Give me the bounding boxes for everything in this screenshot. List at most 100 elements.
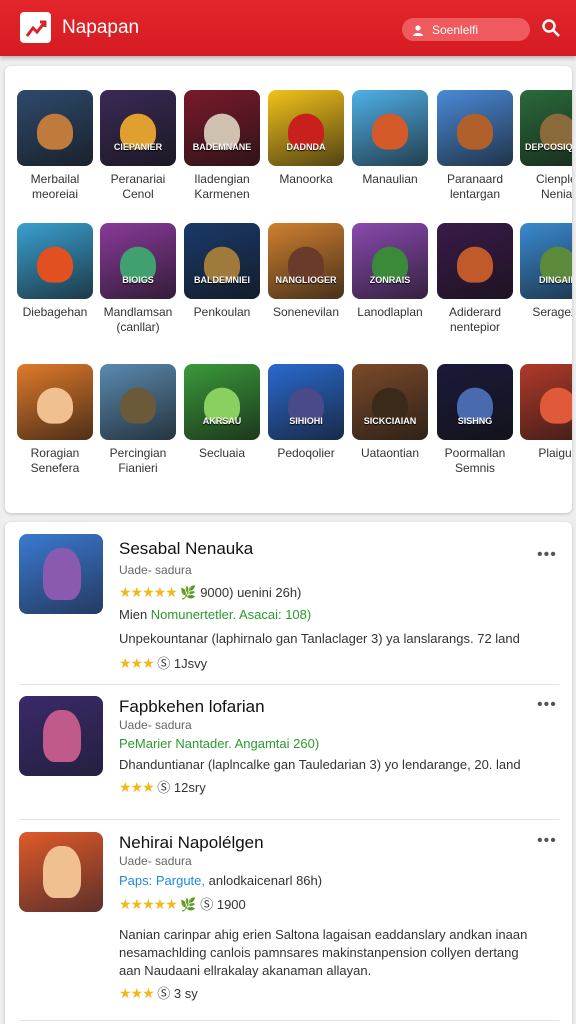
short-rating-row: ★★★ Ⓢ 1Jsvy [119, 653, 207, 672]
character-icon [457, 246, 493, 283]
search-input[interactable]: Soenlelfi [402, 18, 530, 41]
app-label[interactable]: Lanodlaplan [350, 305, 430, 320]
app-label[interactable]: Poormallan Semnis [435, 446, 515, 476]
search-icon[interactable] [538, 15, 564, 41]
app-label[interactable]: Penkoulan [182, 305, 262, 320]
app-tile[interactable]: Manaulian [350, 90, 430, 187]
character-icon [457, 113, 493, 150]
feature-line: PeMarier Nantader. Angamtai 260) [119, 736, 319, 751]
app-label[interactable]: Manoorka [266, 172, 346, 187]
app-label[interactable]: Paranaard lentargan [435, 172, 515, 202]
app-thumbnail[interactable] [19, 832, 103, 912]
app-tile[interactable]: Roragian Senefera [15, 364, 95, 476]
app-label[interactable]: Secluaia [182, 446, 262, 461]
app-icon[interactable]: DADNDA [268, 90, 344, 166]
app-label[interactable]: Mandlamsan (canllar) [98, 305, 178, 335]
app-thumbnail[interactable] [19, 696, 103, 776]
app-icon[interactable] [17, 90, 93, 166]
app-icon[interactable] [520, 364, 572, 440]
app-tile[interactable]: DEPCOSIQUEP Cienplet Nenial [518, 90, 572, 202]
app-tile[interactable]: NANGLIOGER Sonenevilan [266, 223, 346, 320]
app-tile[interactable]: Plaigus [518, 364, 572, 461]
app-icon[interactable]: ZONRAIS [352, 223, 428, 299]
app-label[interactable]: Percingian Fianieri [98, 446, 178, 476]
category-extra: anlodkaicenarl 86h) [208, 873, 323, 888]
app-tile[interactable]: SIHIOHI Pedoqolier [266, 364, 346, 461]
app-tile[interactable]: ZONRAIS Lanodlaplan [350, 223, 430, 320]
app-tile[interactable]: SICKCIAIAN Uataontian [350, 364, 430, 461]
app-icon-caption: DEPCOSIQUEP [524, 142, 572, 152]
more-options-button[interactable]: ••• [537, 546, 557, 564]
app-icon[interactable]: BALDEMNIEI [184, 223, 260, 299]
app-list-card: Sesabal Nenauka Uade- sadura ★★★★★ 🌿 900… [5, 522, 572, 1024]
rating-stars: ★★★★★ [119, 896, 178, 912]
app-icon[interactable] [17, 364, 93, 440]
app-title: Napapan [62, 17, 140, 38]
app-label[interactable]: Plaigus [518, 446, 572, 461]
app-title[interactable]: Nehirai Napolélgen [119, 833, 264, 853]
app-tile[interactable]: CIEPANIER Peranariai Cenol [98, 90, 178, 202]
app-tile[interactable]: BIOIGS Mandlamsan (canllar) [98, 223, 178, 335]
app-icon-caption: BALDEMNIEI [194, 275, 250, 285]
app-icon[interactable]: AKRSAU [184, 364, 260, 440]
app-icon[interactable] [100, 364, 176, 440]
app-tile[interactable]: BALDEMNIEI Penkoulan [182, 223, 262, 320]
app-title[interactable]: Fapbkehen lofarian [119, 697, 265, 717]
character-icon [540, 387, 572, 424]
short-meta: 3 sy [173, 986, 198, 1001]
app-tile[interactable]: DINGAID Seragexa [518, 223, 572, 320]
app-icon[interactable] [352, 90, 428, 166]
app-icon[interactable]: SISHNG [437, 364, 513, 440]
app-icon[interactable]: BADEMNANE [184, 90, 260, 166]
app-icon[interactable]: SIHIOHI [268, 364, 344, 440]
app-label[interactable]: Diebagehan [15, 305, 95, 320]
more-options-button[interactable]: ••• [537, 832, 557, 850]
app-tile[interactable]: SISHNG Poormallan Semnis [435, 364, 515, 476]
app-label[interactable]: Sonenevilan [266, 305, 346, 320]
character-icon [37, 113, 73, 150]
app-tile[interactable]: BADEMNANE Iladengian Karmenen [182, 90, 262, 202]
app-thumbnail[interactable] [19, 534, 103, 614]
character-icon [43, 548, 81, 600]
app-icon[interactable] [437, 90, 513, 166]
app-icon[interactable]: DEPCOSIQUEP [520, 90, 572, 166]
app-tile[interactable]: Merbailal meoreiai [15, 90, 95, 202]
app-tile[interactable]: Paranaard lentargan [435, 90, 515, 202]
app-description: Unpekountanar (laphirnalo gan Tanlaclage… [119, 631, 520, 646]
leaf-icon: 🌿 [180, 897, 197, 912]
feature-text: Nomunertetler. Asacai: 108) [150, 607, 312, 622]
trend-chart-icon[interactable] [20, 12, 51, 43]
app-label[interactable]: Pedoqolier [266, 446, 346, 461]
app-icon[interactable]: DINGAID [520, 223, 572, 299]
feature-prefix: Mien [119, 607, 151, 622]
app-icon[interactable] [437, 223, 513, 299]
app-icon[interactable]: NANGLIOGER [268, 223, 344, 299]
app-tile[interactable]: DADNDA Manoorka [266, 90, 346, 187]
app-tile[interactable]: Percingian Fianieri [98, 364, 178, 476]
app-label[interactable]: Adiderard nentepior [435, 305, 515, 335]
more-options-button[interactable]: ••• [537, 696, 557, 714]
app-label[interactable]: Cienplet Nenial [518, 172, 572, 202]
app-icon[interactable]: BIOIGS [100, 223, 176, 299]
app-label[interactable]: Uataontian [350, 446, 430, 461]
character-icon [43, 710, 81, 762]
app-icon[interactable] [17, 223, 93, 299]
app-tile[interactable]: Diebagehan [15, 223, 95, 320]
app-label[interactable]: Seragexa [518, 305, 572, 320]
app-label[interactable]: Manaulian [350, 172, 430, 187]
app-icon[interactable]: SICKCIAIAN [352, 364, 428, 440]
app-tile[interactable]: AKRSAU Secluaia [182, 364, 262, 461]
app-label[interactable]: Roragian Senefera [15, 446, 95, 476]
short-stars: ★★★ [119, 779, 155, 795]
app-developer: Uade- sadura [119, 718, 192, 732]
app-icon[interactable]: CIEPANIER [100, 90, 176, 166]
app-label[interactable]: Iladengian Karmenen [182, 172, 262, 202]
app-label[interactable]: Peranariai Cenol [98, 172, 178, 202]
app-title[interactable]: Sesabal Nenauka [119, 539, 253, 559]
app-icon-caption: SISHNG [457, 416, 493, 426]
divider [19, 684, 559, 685]
app-label[interactable]: Merbailal meoreiai [15, 172, 95, 202]
search-placeholder: Soenlelfi [432, 22, 479, 37]
app-tile[interactable]: Adiderard nentepior [435, 223, 515, 335]
leaf-icon: 🌿 [180, 585, 197, 600]
